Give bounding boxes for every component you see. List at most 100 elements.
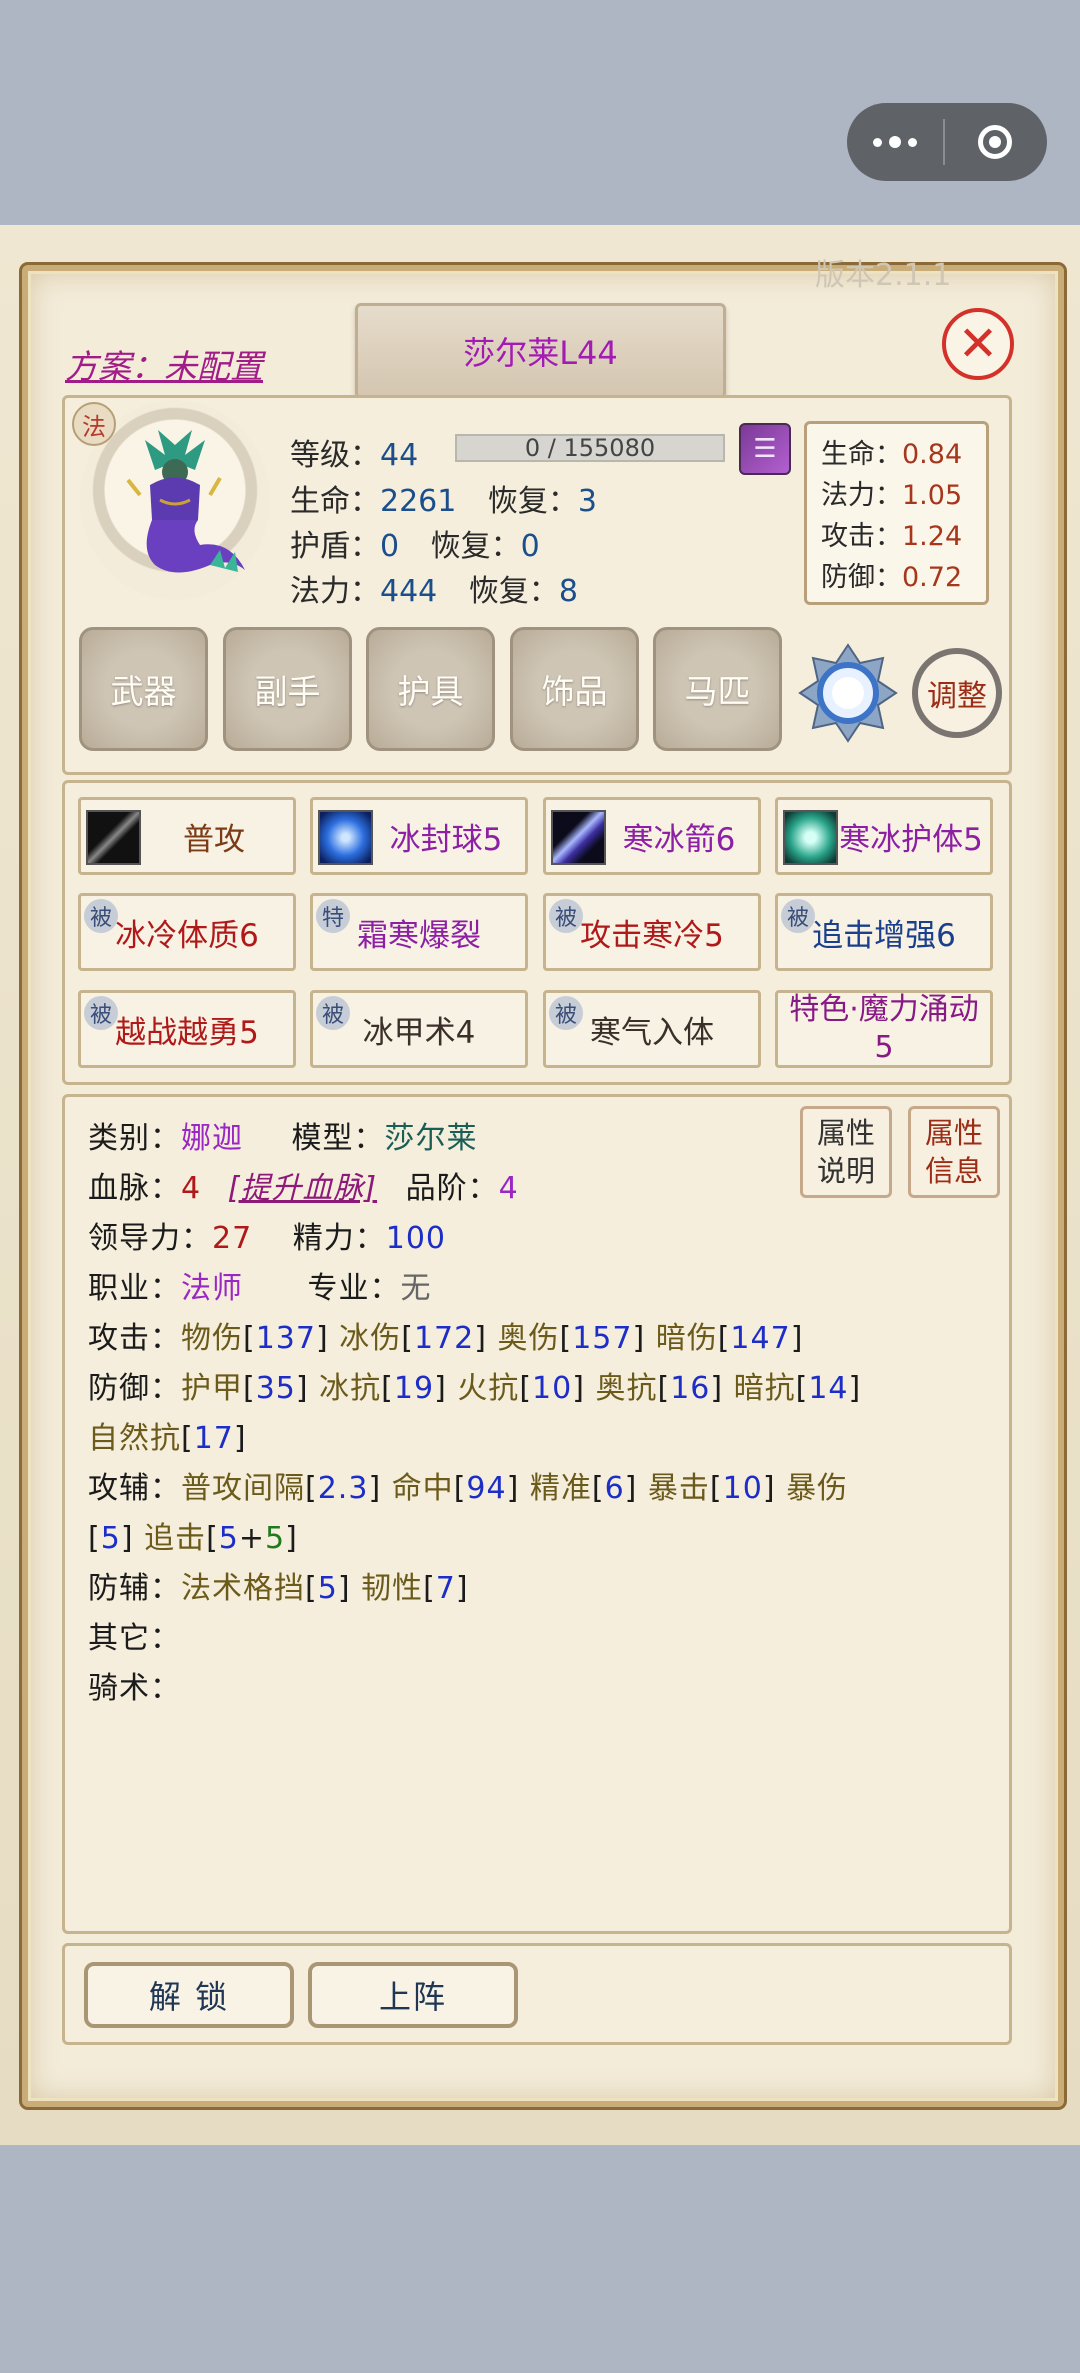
rank-emblem-icon[interactable] (798, 643, 898, 743)
equip-slot-weapon[interactable]: 武器 (79, 627, 208, 751)
attack-stat-name: 暗伤 (655, 1321, 718, 1356)
nature-res-row: 自然抗[17] (88, 1421, 247, 1456)
special-tag: 特 (316, 899, 350, 933)
model-value: 莎尔莱 (384, 1121, 478, 1156)
passive-tag: 被 (84, 899, 118, 933)
skill-label: 霜寒爆裂 (357, 917, 481, 954)
attack-stat-value: 172 (413, 1321, 475, 1356)
defense-stat-value: 19 (393, 1371, 435, 1406)
attr-info-button[interactable]: 属性 信息 (908, 1106, 1000, 1198)
growth-row: 生命：0.84 (821, 434, 986, 475)
character-title: 莎尔莱L44 (463, 334, 618, 372)
ice-orb-icon (318, 810, 373, 865)
defense-stat-value: 35 (255, 1371, 296, 1406)
pursuit-base-value: 5 (218, 1521, 239, 1556)
attack-aux-name: 命中 (391, 1471, 454, 1506)
job-row: 职业：法师 专业：无 (88, 1263, 432, 1307)
attack-aux-label: 攻辅： (88, 1471, 181, 1506)
exp-text: 0 / 155080 (524, 434, 656, 462)
sword-icon (86, 810, 141, 865)
deploy-button[interactable]: 上阵 (308, 1962, 518, 2028)
passive-tag: 被 (84, 996, 118, 1030)
passive-tag: 被 (549, 899, 583, 933)
skill-basic-attack[interactable]: 普攻 (78, 797, 296, 875)
attr-info-label: 属性 信息 (924, 1116, 983, 1188)
close-icon: ✕ (957, 316, 999, 372)
attack-stat-value: 157 (572, 1321, 633, 1356)
job-value: 法师 (181, 1271, 243, 1306)
equip-slot-mount[interactable]: 马匹 (653, 627, 782, 751)
close-button[interactable]: ✕ (942, 308, 1014, 380)
skill-label: 追击增强6 (812, 917, 956, 954)
defense-stat-name: 奥抗 (595, 1371, 658, 1406)
attr-explain-label: 属性 说明 (816, 1116, 875, 1188)
defense-stat-value: 14 (808, 1371, 849, 1406)
leadership-row: 领导力：27 精力：100 (88, 1213, 446, 1257)
equip-slot-label: 武器 (110, 672, 177, 711)
growth-row: 攻击：1.24 (821, 516, 986, 557)
specialty-value: 无 (400, 1271, 432, 1306)
defense-stat-name: 护甲 (181, 1371, 243, 1406)
defense-aux-label: 防辅： (88, 1571, 181, 1606)
unlock-button[interactable]: 解 锁 (84, 1962, 294, 2028)
bloodline-row: 血脉：4 [提升血脉] 品阶：4 (88, 1163, 519, 1207)
adjust-button[interactable]: 调整 (912, 648, 1002, 738)
skill-label: 寒冰护体5 (839, 821, 983, 858)
equip-slot-armor[interactable]: 护具 (366, 627, 495, 751)
hp-value: 2261 (380, 484, 457, 519)
equip-slot-accessory[interactable]: 饰品 (510, 627, 639, 751)
equip-slot-offhand[interactable]: 副手 (223, 627, 352, 751)
upgrade-bloodline-link[interactable]: [提升血脉] (228, 1171, 377, 1206)
skill-book-icon[interactable]: ☰ (739, 423, 791, 475)
attack-stat-value: 147 (730, 1321, 791, 1356)
shield-value: 0 (380, 529, 400, 564)
skill-chilling-attack[interactable]: 被 攻击寒冷5 (543, 893, 761, 971)
attack-stat-name: 物伤 (181, 1321, 243, 1356)
bloodline-label: 血脉： (88, 1171, 181, 1206)
bloodline-value: 4 (181, 1171, 202, 1206)
class-badge: 法 (72, 402, 116, 446)
skill-ice-armor[interactable]: 寒冰护体5 (775, 797, 993, 875)
deploy-label: 上阵 (378, 1978, 447, 2016)
attack-label: 攻击： (88, 1321, 181, 1356)
skill-label: 寒冰箭6 (622, 821, 736, 858)
rank-label: 品阶： (405, 1171, 499, 1206)
equip-slot-label: 马匹 (684, 672, 751, 711)
defense-aux-value: 7 (435, 1571, 456, 1606)
defense-row: 防御：护甲[35] 冰抗[19] 火抗[10] 奥抗[16] 暗抗[14] (88, 1371, 862, 1406)
growth-label: 攻击： (821, 521, 902, 552)
version-text: 版本2.1.1 (815, 258, 952, 293)
job-label: 职业： (88, 1271, 181, 1306)
skill-pursuit-boost[interactable]: 被 追击增强6 (775, 893, 993, 971)
attack-aux-name: 暴击 (647, 1471, 710, 1506)
attack-aux-value: 6 (604, 1471, 625, 1506)
skill-label: 冰冷体质6 (115, 917, 259, 954)
skill-signature-mana-surge[interactable]: 特色·魔力涌动5 (775, 990, 993, 1068)
mana-regen-value: 8 (558, 574, 578, 609)
skill-ice-armor-spell[interactable]: 被 冰甲术4 (310, 990, 528, 1068)
more-menu-button[interactable] (847, 103, 943, 181)
skill-label: 普攻 (183, 821, 245, 858)
growth-label: 防御： (821, 562, 902, 593)
skill-chill-infusion[interactable]: 被 寒气入体 (543, 990, 761, 1068)
skill-cold-constitution[interactable]: 被 冰冷体质6 (78, 893, 296, 971)
mini-program-capsule (847, 103, 1047, 181)
skill-battle-fervor[interactable]: 被 越战越勇5 (78, 990, 296, 1068)
plan-link[interactable]: 方案：未配置 (65, 340, 263, 388)
exit-mini-program-button[interactable] (945, 103, 1045, 181)
skill-ice-arrow[interactable]: 寒冰箭6 (543, 797, 761, 875)
leadership-value: 27 (212, 1221, 253, 1256)
nature-res-value: 17 (193, 1421, 234, 1456)
attr-explain-button[interactable]: 属性 说明 (800, 1106, 892, 1198)
attack-aux-name: 精准 (529, 1471, 592, 1506)
specialty-label: 专业： (307, 1271, 401, 1306)
skill-ice-orb[interactable]: 冰封球5 (310, 797, 528, 875)
defense-stat-name: 火抗 (457, 1371, 520, 1406)
hp-row: 生命：2261 恢复：3 (290, 476, 597, 520)
riding-label: 骑术： (88, 1671, 181, 1706)
shield-regen-value: 0 (520, 529, 540, 564)
ice-arrow-icon (551, 810, 606, 865)
growth-label: 生命： (821, 439, 902, 470)
skill-frost-burst[interactable]: 特 霜寒爆裂 (310, 893, 528, 971)
defense-aux-value: 5 (317, 1571, 338, 1606)
